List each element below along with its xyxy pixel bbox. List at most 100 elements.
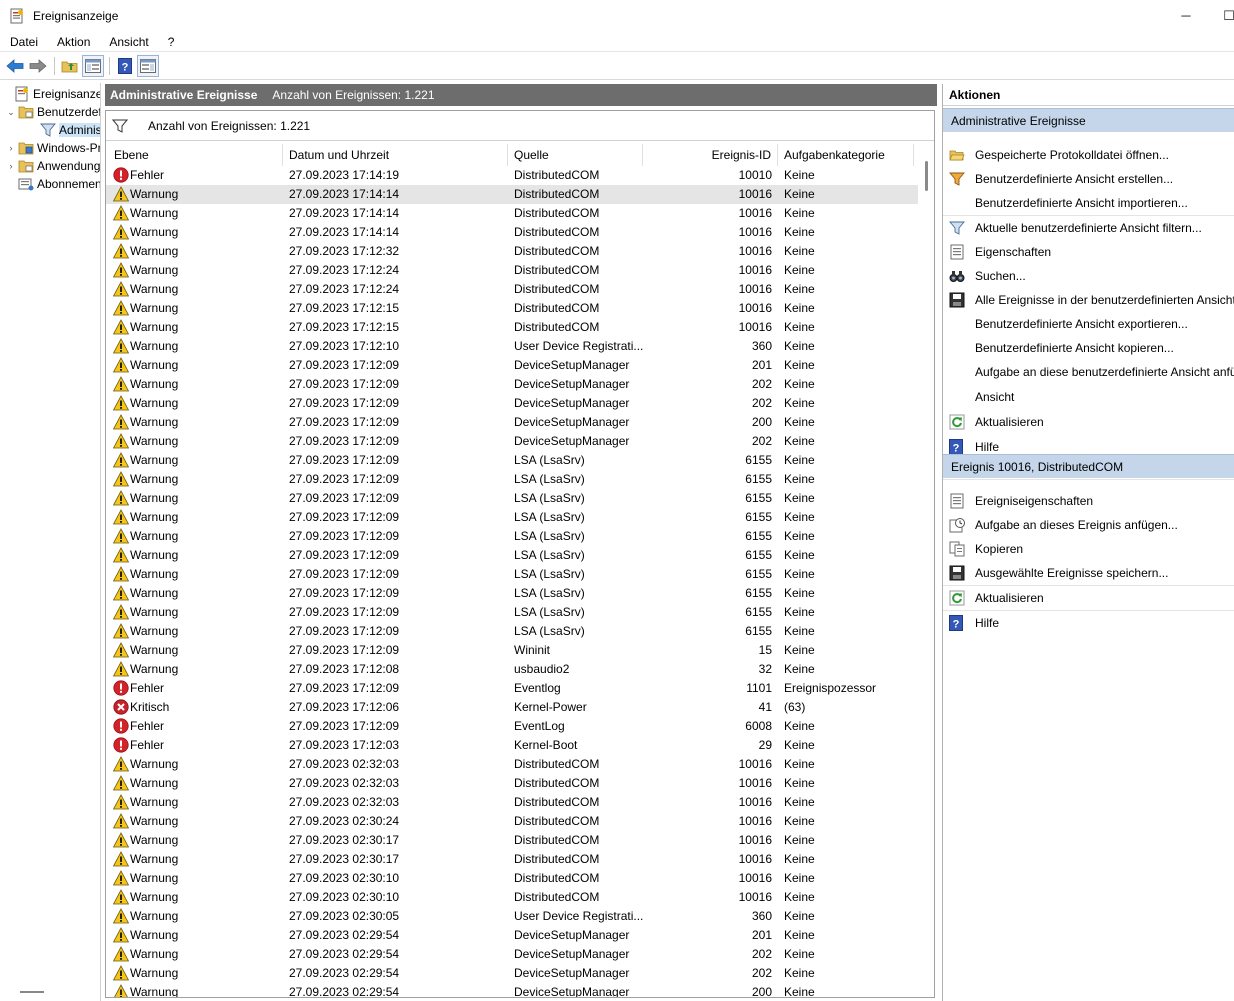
column-header-datum[interactable]: Datum und Uhrzeit: [283, 144, 508, 166]
table-row[interactable]: Fehler 27.09.2023 17:12:09 Eventlog 1101 Ere…: [106, 679, 918, 698]
table-row[interactable]: Warnung 27.09.2023 02:30:17 DistributedCOM…: [106, 850, 918, 869]
tree-item-ereignisanzeige[interactable]: Ereignisanzeige (Lokal): [2, 85, 100, 103]
table-row[interactable]: Warnung 27.09.2023 17:12:09 Wininit 15 Keine: [106, 641, 918, 660]
table-row[interactable]: Warnung 27.09.2023 17:12:24 DistributedCOM…: [106, 261, 918, 280]
warning-icon: [112, 547, 130, 563]
table-row[interactable]: Kritisch 27.09.2023 17:12:06 Kernel-Power 4…: [106, 698, 918, 717]
table-row[interactable]: Warnung 27.09.2023 02:29:54 DeviceSetupMan…: [106, 945, 918, 964]
cell-datetime: 27.09.2023 17:12:15: [289, 320, 400, 334]
scrollbar-thumb[interactable]: [925, 161, 928, 191]
table-row[interactable]: Warnung 27.09.2023 02:29:54 DeviceSetupMan…: [106, 926, 918, 945]
table-row[interactable]: Warnung 27.09.2023 17:12:09 LSA (LsaSrv) 61…: [106, 622, 918, 641]
table-row[interactable]: Warnung 27.09.2023 17:12:09 LSA (LsaSrv) 61…: [106, 451, 918, 470]
table-row[interactable]: Warnung 27.09.2023 17:12:09 DeviceSetupMan…: [106, 356, 918, 375]
table-row[interactable]: Warnung 27.09.2023 17:12:15 DistributedCOM…: [106, 318, 918, 337]
chevron-right-icon[interactable]: ›: [6, 143, 16, 153]
maximize-button[interactable]: ☐: [1219, 6, 1234, 26]
column-header-quelle[interactable]: Quelle: [508, 144, 643, 166]
table-row[interactable]: Fehler 27.09.2023 17:12:03 Kernel-Boot 29 Ke…: [106, 736, 918, 755]
menu-help[interactable]: ?: [158, 32, 184, 52]
table-row[interactable]: Warnung 27.09.2023 02:30:24 DistributedCOM…: [106, 812, 918, 831]
action-item[interactable]: ? Hilfe: [943, 611, 1234, 635]
action-item[interactable]: Gespeicherte Protokolldatei öffnen...: [943, 143, 1234, 167]
action-item[interactable]: Ereigniseigenschaften: [943, 489, 1234, 513]
back-arrow-icon[interactable]: [4, 55, 26, 77]
table-row[interactable]: Warnung 27.09.2023 17:12:09 LSA (LsaSrv) 61…: [106, 546, 918, 565]
table-row[interactable]: Warnung 27.09.2023 02:30:17 DistributedCOM…: [106, 831, 918, 850]
table-row[interactable]: Warnung 27.09.2023 02:30:10 DistributedCOM…: [106, 869, 918, 888]
menu-aktion[interactable]: Aktion: [47, 32, 99, 52]
action-item[interactable]: Ausgewählte Ereignisse speichern...: [943, 561, 1234, 585]
table-row[interactable]: Warnung 27.09.2023 17:12:10 User Device Re…: [106, 337, 918, 356]
show-hide-action-pane-icon[interactable]: [137, 55, 159, 77]
action-section-header[interactable]: Ereignis 10016, DistributedCOM: [943, 454, 1234, 478]
table-row[interactable]: Warnung 27.09.2023 17:12:09 LSA (LsaSrv) 61…: [106, 508, 918, 527]
table-row[interactable]: Warnung 27.09.2023 17:12:09 LSA (LsaSrv) 61…: [106, 527, 918, 546]
chevron-right-icon[interactable]: ›: [6, 161, 16, 171]
cell-source: DistributedCOM: [514, 757, 600, 771]
table-row[interactable]: Warnung 27.09.2023 17:12:32 DistributedCOM…: [106, 242, 918, 261]
action-item[interactable]: Suchen...: [943, 264, 1234, 288]
action-item[interactable]: Aktuelle benutzerdefinierte Ansicht filt…: [943, 216, 1234, 240]
action-item-label: Eigenschaften: [975, 245, 1052, 259]
action-item[interactable]: Kopieren: [943, 537, 1234, 561]
tree-item-abonnements[interactable]: Abonnements: [6, 175, 100, 193]
table-row[interactable]: Warnung 27.09.2023 17:12:15 DistributedCOM…: [106, 299, 918, 318]
show-hide-tree-icon[interactable]: [82, 55, 104, 77]
horizontal-scrollbar[interactable]: [20, 991, 44, 993]
action-item[interactable]: Benutzerdefinierte Ansicht kopieren...: [943, 336, 1234, 360]
table-row[interactable]: Warnung 27.09.2023 17:14:14 DistributedCOM…: [106, 185, 918, 204]
help-icon[interactable]: ?: [114, 55, 136, 77]
table-row[interactable]: Warnung 27.09.2023 17:12:09 LSA (LsaSrv) 61…: [106, 489, 918, 508]
menu-ansicht[interactable]: Ansicht: [99, 32, 157, 52]
action-item[interactable]: Benutzerdefinierte Ansicht importieren..…: [943, 191, 1234, 215]
table-row[interactable]: Warnung 27.09.2023 17:12:09 DeviceSetupMan…: [106, 413, 918, 432]
table-row[interactable]: Fehler 27.09.2023 17:14:19 DistributedCOM 1…: [106, 166, 918, 185]
table-row[interactable]: Warnung 27.09.2023 02:32:03 DistributedCOM…: [106, 755, 918, 774]
folder-up-icon[interactable]: [59, 55, 81, 77]
action-item[interactable]: Benutzerdefinierte Ansicht erstellen...: [943, 167, 1234, 191]
table-row[interactable]: Warnung 27.09.2023 17:14:14 DistributedCOM…: [106, 223, 918, 242]
action-item[interactable]: Aufgabe an dieses Ereignis anfügen...: [943, 513, 1234, 537]
table-row[interactable]: Fehler 27.09.2023 17:12:09 EventLog 6008 Kei…: [106, 717, 918, 736]
action-item[interactable]: Alle Ereignisse in der benutzerdefiniert…: [943, 288, 1234, 312]
table-row[interactable]: Warnung 27.09.2023 02:30:05 User Device Re…: [106, 907, 918, 926]
table-row[interactable]: Warnung 27.09.2023 02:29:54 DeviceSetupMan…: [106, 983, 918, 997]
minimize-button[interactable]: ─: [1176, 6, 1196, 26]
table-row[interactable]: Warnung 27.09.2023 17:12:09 LSA (LsaSrv) 61…: [106, 565, 918, 584]
column-header-aufgabenkategorie[interactable]: Aufgabenkategorie: [778, 144, 914, 166]
action-item[interactable]: Aktualisieren: [943, 410, 1234, 434]
forward-arrow-icon[interactable]: [27, 55, 49, 77]
action-item[interactable]: Eigenschaften: [943, 240, 1234, 264]
tree-item-windows-protokolle[interactable]: › Windows-Protokolle: [6, 139, 101, 157]
table-row[interactable]: Warnung 27.09.2023 17:12:09 LSA (LsaSrv) 61…: [106, 603, 918, 622]
table-row[interactable]: Warnung 27.09.2023 17:14:14 DistributedCOM…: [106, 204, 918, 223]
tree-item-anwendungs-und-dienstprotokolle[interactable]: › Anwendungs- und Dienstprotokolle: [6, 157, 101, 175]
table-row[interactable]: Warnung 27.09.2023 17:12:09 LSA (LsaSrv) 61…: [106, 584, 918, 603]
table-row[interactable]: Warnung 27.09.2023 02:32:03 DistributedCOM…: [106, 774, 918, 793]
action-item-label: Ereigniseigenschaften: [975, 494, 1094, 508]
column-header-ereignis-id[interactable]: Ereignis-ID: [643, 144, 778, 166]
table-row[interactable]: Warnung 27.09.2023 17:12:09 DeviceSetupMan…: [106, 375, 918, 394]
menu-bar: Datei Aktion Ansicht ?: [0, 32, 1234, 52]
table-row[interactable]: Warnung 27.09.2023 17:12:09 DeviceSetupMan…: [106, 432, 918, 451]
column-header-ebene[interactable]: Ebene: [106, 144, 283, 166]
vertical-scrollbar[interactable]: [918, 144, 934, 997]
action-item[interactable]: Aktualisieren: [943, 586, 1234, 610]
chevron-down-icon[interactable]: ⌄: [6, 107, 16, 118]
menu-datei[interactable]: Datei: [0, 32, 47, 52]
table-row[interactable]: Warnung 27.09.2023 02:32:03 DistributedCOM…: [106, 793, 918, 812]
tree-item-benutzerdefinierte-ansichten[interactable]: ⌄ Benutzerdefinierte Ansichten: [6, 103, 100, 121]
table-row[interactable]: Warnung 27.09.2023 17:12:09 LSA (LsaSrv) 61…: [106, 470, 918, 489]
action-item[interactable]: Ansicht: [943, 385, 1234, 409]
table-row[interactable]: Warnung 27.09.2023 17:12:24 DistributedCOM…: [106, 280, 918, 299]
action-item[interactable]: Benutzerdefinierte Ansicht exportieren..…: [943, 312, 1234, 336]
tree-item-administrative-ereignisse[interactable]: Administrative Ereignisse: [28, 121, 100, 139]
action-section-header[interactable]: Administrative Ereignisse: [943, 108, 1234, 132]
action-item[interactable]: Aufgabe an diese benutzerdefinierte Ansi…: [943, 360, 1234, 384]
table-row[interactable]: Warnung 27.09.2023 17:12:08 usbaudio2 32 Kei…: [106, 660, 918, 679]
table-row[interactable]: Warnung 27.09.2023 02:30:10 DistributedCOM…: [106, 888, 918, 907]
cell-event-id: 6155: [745, 510, 772, 524]
table-row[interactable]: Warnung 27.09.2023 17:12:09 DeviceSetupMan…: [106, 394, 918, 413]
table-row[interactable]: Warnung 27.09.2023 02:29:54 DeviceSetupMan…: [106, 964, 918, 983]
